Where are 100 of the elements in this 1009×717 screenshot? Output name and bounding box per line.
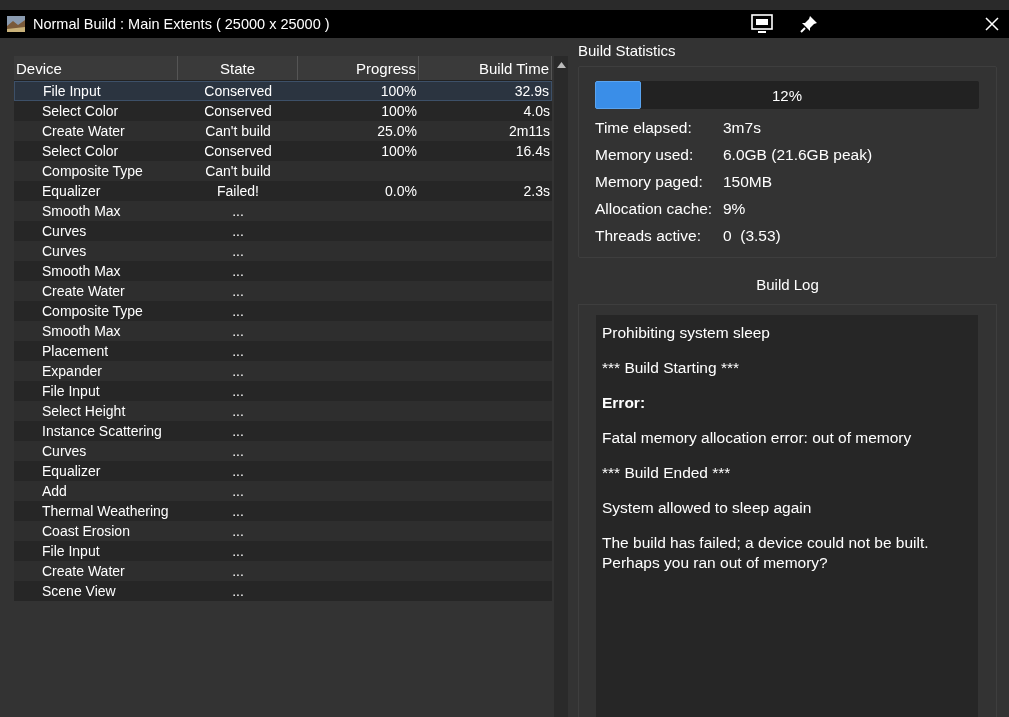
table-cell: Smooth Max [42,323,121,339]
scroll-up-icon[interactable] [556,62,566,68]
stat-label: Memory paged: [595,173,704,191]
stat-value: 9% [723,200,747,218]
log-line: *** Build Starting *** [602,358,740,378]
table-row[interactable]: Coast Erosion ... [14,521,552,541]
table-row[interactable]: Placement ... [14,341,552,361]
table-row[interactable]: Instance Scattering ... [14,421,552,441]
stat-label: Threads active: [595,227,702,245]
pin-icon[interactable] [799,14,819,34]
table-cell: Select Color [42,143,119,159]
table-cell: ... [232,543,244,559]
table-cell: ... [232,403,244,419]
stat-label: Allocation cache: [595,200,714,218]
table-row[interactable]: File Input Conserved 100% 32.9s [14,81,552,101]
table-cell: ... [232,203,244,219]
table-cell: Thermal Weathering [42,503,169,519]
table-cell: Equalizer [42,183,101,199]
table-cell: 0.0% [385,183,417,199]
stat-value: 0 (3.53) [723,227,782,245]
table-cell: ... [232,463,244,479]
column-header[interactable]: Progress [298,56,419,80]
table-cell: 25.0% [377,123,417,139]
log-line: System allowed to sleep again [602,498,813,518]
table-cell: 2.3s [523,183,550,199]
table-cell: Curves [42,243,87,259]
table-cell: ... [232,243,244,259]
table-cell: 16.4s [515,143,550,159]
table-cell: Conserved [204,143,272,159]
table-cell: 100% [380,83,417,99]
log-line: Fatal memory allocation error: out of memory [602,428,913,448]
table-row[interactable]: Expander ... [14,361,552,381]
table-cell: Curves [42,223,87,239]
table-cell: Can't build [205,163,271,179]
log-line: The build has failed; a device could not be built. Perhaps you ran out of memory? [602,533,930,573]
table-row[interactable]: Select Color Conserved 100% 16.4s [14,141,552,161]
scrollbar[interactable] [554,56,568,717]
table-row[interactable]: Curves ... [14,241,552,261]
table-cell: Placement [42,343,109,359]
table-row[interactable]: Equalizer Failed! 0.0% 2.3s [14,181,552,201]
table-cell: Create Water [42,123,125,139]
table-row[interactable]: Select Height ... [14,401,552,421]
log-line: Prohibiting system sleep [602,323,771,343]
table-row[interactable]: Smooth Max ... [14,321,552,341]
table-row[interactable]: Composite Type ... [14,301,552,321]
table-cell: Equalizer [42,463,101,479]
table-row[interactable]: Add ... [14,481,552,501]
table-cell: ... [232,323,244,339]
section-title: Build Log [755,276,820,295]
table-row[interactable]: Curves ... [14,221,552,241]
table-cell: ... [232,503,244,519]
column-header[interactable]: State [178,56,298,80]
table-row[interactable]: Create Water ... [14,561,552,581]
table-row[interactable]: Create Water ... [14,281,552,301]
table-row[interactable]: Smooth Max ... [14,261,552,281]
stat-label: Time elapsed: [595,119,693,137]
table-cell: File Input [42,543,100,559]
table-cell: Smooth Max [42,263,121,279]
table-cell: ... [232,443,244,459]
table-cell: Scene View [42,583,116,599]
column-header[interactable]: Device [14,56,178,80]
stat-value: 150MB [723,173,774,191]
table-cell: 100% [381,143,417,159]
table-row[interactable]: Scene View ... [14,581,552,601]
table-cell: Create Water [42,563,125,579]
table-cell: Instance Scattering [42,423,162,439]
table-cell: ... [232,423,244,439]
table-cell: Add [42,483,67,499]
table-cell: 32.9s [514,83,549,99]
table-cell: Can't build [205,123,271,139]
monitor-icon[interactable] [751,14,773,34]
table-row[interactable]: Thermal Weathering ... [14,501,552,521]
table-cell: Select Color [42,103,119,119]
table-cell: ... [232,383,244,399]
table-row[interactable]: Create Water Can't build 25.0% 2m11s [14,121,552,141]
table-row[interactable]: File Input ... [14,381,552,401]
table-cell: ... [232,563,244,579]
table-row[interactable]: Smooth Max ... [14,201,552,221]
log-line: *** Build Ended *** [602,463,732,483]
table-row[interactable]: Composite Type Can't build [14,161,552,181]
table-cell: ... [232,363,244,379]
table-row[interactable]: Curves ... [14,441,552,461]
close-icon[interactable] [985,17,999,31]
table-cell: ... [232,583,244,599]
column-header[interactable]: Build Time [419,56,552,80]
window-title: Normal Build : Main Extents ( 25000 x 25000 ) [33,16,330,32]
progress-label: 12% [772,86,802,104]
table-cell: ... [232,223,244,239]
table-cell: ... [232,283,244,299]
table-row[interactable]: File Input ... [14,541,552,561]
table-cell: ... [232,523,244,539]
section-title: Build Statistics [578,42,677,61]
table-cell: ... [232,343,244,359]
table-row[interactable]: Select Color Conserved 100% 4.0s [14,101,552,121]
table-cell: 100% [381,103,417,119]
table-cell: 4.0s [523,103,550,119]
table-cell: Expander [42,363,102,379]
stat-value: 3m7s [723,119,762,137]
table-row[interactable]: Equalizer ... [14,461,552,481]
table-cell: Select Height [42,403,126,419]
